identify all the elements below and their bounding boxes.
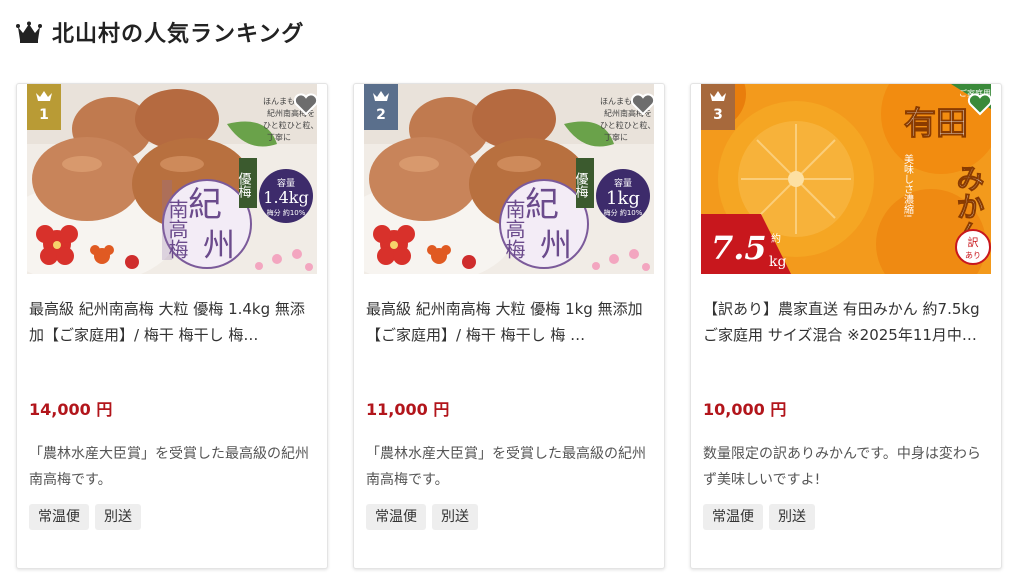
- rank-badge-2: 2: [364, 84, 398, 130]
- rank-number: 3: [713, 107, 723, 123]
- heart-favorite-icon[interactable]: [967, 92, 991, 116]
- rank-badge-1: 1: [27, 84, 61, 130]
- svg-text:優梅: 優梅: [573, 172, 589, 198]
- rank-crown-icon: [36, 91, 52, 101]
- tag-shipping: 常温便: [366, 504, 426, 530]
- svg-text:州: 州: [203, 226, 235, 264]
- product-card-2[interactable]: 紀 州 南高梅 容量 1kg 梅分 約10% 優梅 ほんまもんの 紀州南高梅を …: [353, 83, 665, 569]
- product-price: 11,000 円: [366, 400, 450, 419]
- product-image-2[interactable]: 紀 州 南高梅 容量 1kg 梅分 約10% 優梅 ほんまもんの 紀州南高梅を …: [364, 84, 654, 274]
- svg-text:紀: 紀: [525, 185, 559, 225]
- svg-text:丁寧に: 丁寧に: [267, 132, 291, 142]
- product-image-1[interactable]: 紀 州 南高梅 容量 1.4kg 梅分 約10% 優梅 ほんまもんの 紀州南高梅…: [27, 84, 317, 274]
- tag-separate: 別送: [769, 504, 815, 530]
- tag-shipping: 常温便: [29, 504, 89, 530]
- product-price: 10,000 円: [703, 400, 787, 419]
- product-name[interactable]: 最高級 紀州南高梅 大粒 優梅 1.4kg 無添加【ご家庭用】/ 梅干 梅干し …: [29, 296, 313, 374]
- svg-text:あり: あり: [965, 251, 981, 260]
- seal-text-1: 紀: [188, 185, 222, 225]
- product-card-1[interactable]: 紀 州 南高梅 容量 1.4kg 梅分 約10% 優梅 ほんまもんの 紀州南高梅…: [16, 83, 328, 569]
- section-header: 北山村の人気ランキング: [16, 14, 304, 50]
- section-title: 北山村の人気ランキング: [52, 22, 305, 47]
- heart-favorite-icon[interactable]: [293, 92, 317, 116]
- svg-text:kg: kg: [769, 254, 786, 270]
- svg-text:優梅: 優梅: [236, 172, 252, 198]
- svg-text:州: 州: [540, 226, 572, 264]
- product-tags: 常温便 別送: [29, 504, 141, 530]
- svg-text:梅分 約10%: 梅分 約10%: [267, 208, 306, 217]
- tag-separate: 別送: [95, 504, 141, 530]
- svg-text:梅分 約10%: 梅分 約10%: [604, 208, 643, 217]
- product-tags: 常温便 別送: [703, 504, 815, 530]
- product-description: 「農林水産大臣賞」を受賞した最高級の紀州南高梅です。: [366, 446, 646, 488]
- svg-text:南高梅: 南高梅: [165, 199, 189, 259]
- tag-shipping: 常温便: [703, 504, 763, 530]
- rank-number: 1: [39, 107, 49, 123]
- svg-text:ひと粒ひと粒、: ひと粒ひと粒、: [263, 120, 317, 130]
- crown-icon: [16, 21, 42, 43]
- tag-separate: 別送: [432, 504, 478, 530]
- product-name[interactable]: 最高級 紀州南高梅 大粒 優梅 1kg 無添加【ご家庭用】/ 梅干 梅干し 梅 …: [366, 296, 650, 374]
- badge-weight-1: 1.4kg: [263, 188, 308, 207]
- product-price: 14,000 円: [29, 400, 113, 419]
- svg-text:ひと粒ひと粒、: ひと粒ひと粒、: [600, 120, 654, 130]
- svg-text:丁寧に: 丁寧に: [604, 132, 628, 142]
- product-name[interactable]: 【訳あり】農家直送 有田みかん 約7.5kg ご家庭用 サイズ混合 ※2025年…: [703, 296, 987, 374]
- product-description: 「農林水産大臣賞」を受賞した最高級の紀州南高梅です。: [29, 446, 309, 488]
- rank-badge-3: 3: [701, 84, 735, 130]
- svg-text:訳: 訳: [968, 235, 979, 249]
- rank-number: 2: [376, 107, 386, 123]
- weight-text: 7.5: [711, 229, 767, 267]
- heart-favorite-icon[interactable]: [630, 92, 654, 116]
- product-card-3[interactable]: 7.5 kg 約 有田 みかん 美味しさ濃縮! 訳 あり ご家庭用 3 【訳あり…: [690, 83, 1002, 569]
- rank-crown-icon: [373, 91, 389, 101]
- product-image-3[interactable]: 7.5 kg 約 有田 みかん 美味しさ濃縮! 訳 あり ご家庭用 3: [701, 84, 991, 274]
- svg-text:南高梅: 南高梅: [502, 199, 526, 259]
- rank-crown-icon: [710, 91, 726, 101]
- product-description: 数量限定の訳ありみかんです。中身は変わらず美味しいですよ!: [703, 446, 981, 488]
- svg-text:美味しさ濃縮!: 美味しさ濃縮!: [902, 153, 914, 218]
- svg-text:約: 約: [771, 232, 781, 245]
- badge-weight-2: 1kg: [606, 188, 640, 209]
- image-title: 有田: [904, 104, 968, 142]
- product-tags: 常温便 別送: [366, 504, 478, 530]
